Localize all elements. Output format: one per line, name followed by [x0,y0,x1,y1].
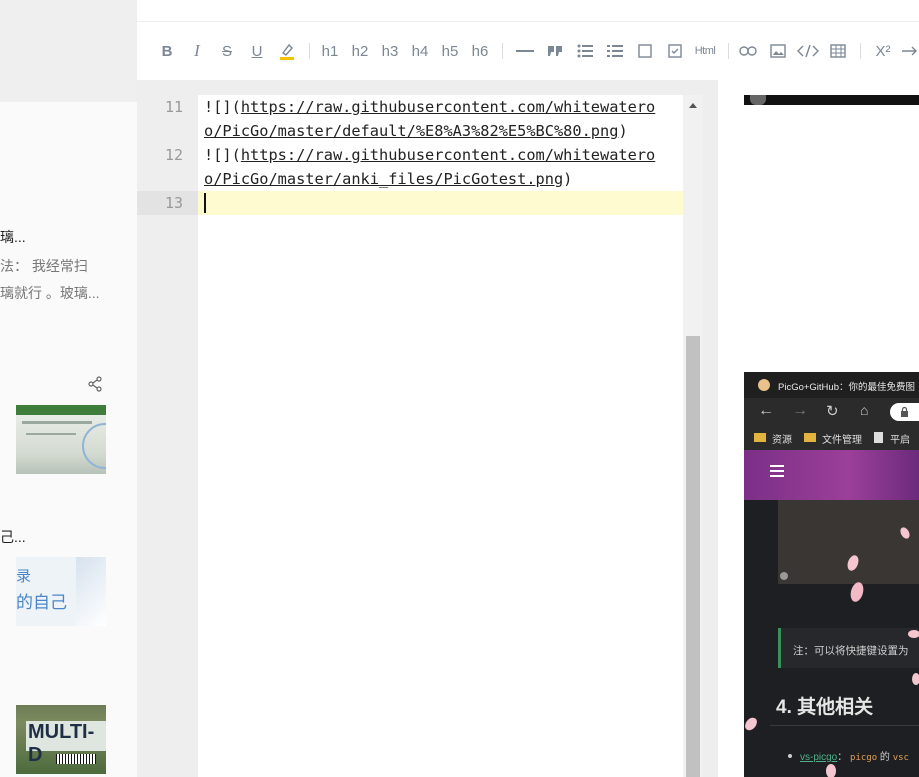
heading5-button[interactable]: h5 [439,40,461,62]
tab-favicon-icon [758,379,770,391]
quote-button[interactable] [545,40,565,62]
heading4-button[interactable]: h4 [409,40,431,62]
section-heading: 4. 其他相关 [776,697,874,718]
code-line: o/PicGo/master/anki_files/PicGotest.png) [204,170,573,188]
highlight-button[interactable] [277,40,297,62]
page-icon [874,432,883,443]
line-number: 13 [164,194,183,212]
home-icon: ⌂ [860,402,869,418]
strikethrough-button[interactable]: S [217,40,237,62]
bullet-link[interactable]: vs-picgo [800,752,837,763]
folder-icon [804,433,816,442]
feed-item-summary: 法： 我经常扫 [0,258,88,274]
bookmark: 平启 [890,435,910,446]
heading3-button[interactable]: h3 [379,40,401,62]
highlighter-icon [280,43,294,60]
petal-decoration [826,764,836,777]
unordered-list-button[interactable] [575,40,595,62]
heading2-button[interactable]: h2 [349,40,371,62]
table-button[interactable] [828,40,848,62]
code-button[interactable] [796,40,820,62]
petal-decoration [744,715,760,733]
thumb-text: 的自己 [16,593,67,612]
link-icon [739,46,757,56]
text-cursor [204,193,206,213]
active-line-highlight [198,191,683,215]
checked-box-icon [668,44,682,58]
preview-screenshot: PicGo+GitHub：你的最佳免费图 ← → ↻ ⌂ 资源 文件管理 平启 [744,372,919,777]
feed-thumbnail[interactable] [16,405,106,474]
share-icon[interactable] [87,376,103,392]
task-list-button[interactable] [665,40,685,62]
horizontal-rule-button[interactable] [515,40,535,62]
petal-decoration [908,630,919,638]
link-button[interactable] [738,40,758,62]
scrollbar-thumb[interactable] [686,336,700,777]
image-button[interactable] [768,40,788,62]
underline-button[interactable]: U [247,40,267,62]
heading6-button[interactable]: h6 [469,40,491,62]
note-text: 注：可以将快捷键设置为 [793,645,909,657]
reload-icon: ↻ [826,403,839,420]
feed-header-area [0,0,137,102]
code-icon [797,44,819,58]
italic-button[interactable]: I [187,40,207,62]
bookmark: 文件管理 [822,435,862,446]
lock-icon [901,407,908,417]
feed-item-title[interactable]: 璃... [0,227,26,247]
petal-decoration [848,580,866,604]
feed-thumbnail[interactable]: 录 的自己 [16,557,106,626]
preview-image-top [744,95,919,105]
editor-toolbar: B I S U h1 h2 h3 h4 h5 h6 Html X² [137,0,919,80]
folder-icon [754,433,766,442]
table-icon [830,44,846,58]
html-button[interactable]: Html [693,40,717,62]
feed-item-title[interactable]: 己... [0,527,26,547]
scroll-up-arrow-icon[interactable] [688,101,698,109]
bullet-list-icon [577,44,593,58]
markdown-editor: B I S U h1 h2 h3 h4 h5 h6 Html X² 11 12 … [137,0,919,777]
hr-icon [516,50,534,52]
code-line: ![](https://raw.githubusercontent.com/wh… [204,146,656,164]
bold-button[interactable]: B [157,40,177,62]
arrow-right-icon [902,46,917,56]
left-feed-panel: 璃... 法： 我经常扫 璃就行 。玻璃... 己... 录 的自己 MULTI… [0,0,137,777]
quote-icon [548,46,562,56]
forward-icon: → [792,402,808,419]
square-icon [638,44,652,58]
preview-pane: PicGo+GitHub：你的最佳免费图 ← → ↻ ⌂ 资源 文件管理 平启 [718,80,919,777]
code-text-area[interactable]: ![](https://raw.githubusercontent.com/wh… [198,95,683,777]
checkbox-button[interactable] [635,40,655,62]
line-number: 12 [164,146,183,164]
code-line: o/PicGo/master/default/%E8%A3%82%E5%BC%8… [204,122,628,140]
line-number-gutter: 11 12 13 [137,95,198,777]
ordered-list-button[interactable] [605,40,625,62]
back-icon: ← [758,402,774,419]
line-number: 11 [164,98,183,116]
superscript-button[interactable]: X² [872,40,894,62]
more-button[interactable] [901,40,919,62]
thumb-text: 录 [16,568,32,585]
code-line: ![](https://raw.githubusercontent.com/wh… [204,98,656,116]
numbered-list-icon [607,45,623,57]
bookmark: 资源 [772,435,792,446]
feed-thumbnail[interactable]: MULTI-D [16,705,106,774]
petal-decoration [912,673,919,685]
browser-tab-title: PicGo+GitHub：你的最佳免费图 [778,382,915,393]
feed-item-summary: 璃就行 。玻璃... [0,285,100,301]
hamburger-menu-icon [770,465,784,467]
image-icon [770,44,786,58]
heading1-button[interactable]: h1 [319,40,341,62]
bullet-item: vs-picgo： picgo 的 vsc [800,752,909,763]
